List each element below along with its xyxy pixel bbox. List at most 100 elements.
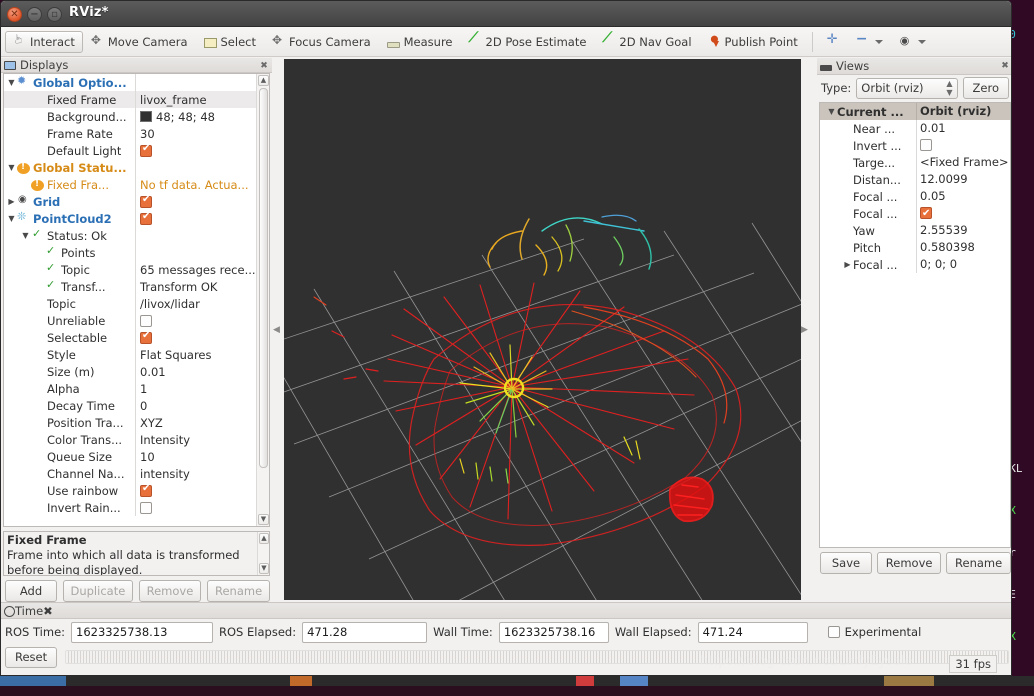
displays-tree-row[interactable]: ▶Grid — [4, 193, 256, 210]
tree-row-name-cell[interactable]: Style — [4, 348, 135, 362]
tree-row-name-cell[interactable]: Topic — [4, 263, 135, 277]
tree-row-value[interactable]: No tf data. Actua... — [135, 176, 256, 193]
views-row-value[interactable]: Orbit (rviz) — [916, 103, 1010, 120]
rename-display-button[interactable]: Rename — [207, 580, 270, 602]
tree-row-value[interactable] — [135, 482, 256, 499]
rename-view-button[interactable]: Rename — [946, 552, 1011, 574]
tree-row-value[interactable]: 10 — [135, 448, 256, 465]
chevron-down-icon[interactable] — [918, 40, 926, 44]
twisty-expanded-icon[interactable]: ▼ — [6, 159, 17, 176]
tool-views[interactable] — [891, 31, 934, 53]
views-row-name-cell[interactable]: ▼Current ... — [820, 103, 916, 120]
tree-row-name-cell[interactable]: Unreliable — [4, 314, 135, 328]
views-row-value[interactable]: 0; 0; 0 — [916, 256, 1010, 273]
displays-tree-row[interactable]: ▼Status: Ok — [4, 227, 256, 244]
checkbox-icon[interactable] — [140, 213, 152, 225]
checkbox-icon[interactable] — [140, 315, 152, 327]
views-row-value[interactable]: 12.0099 — [916, 171, 1010, 188]
scrollbar-thumb[interactable] — [259, 88, 268, 468]
tree-row-name-cell[interactable]: ▼Status: Ok — [4, 227, 135, 244]
tree-row-value[interactable]: 0 — [135, 397, 256, 414]
tree-row-name-cell[interactable]: Decay Time — [4, 399, 135, 413]
tree-row-name-cell[interactable]: Frame Rate — [4, 127, 135, 141]
twisty-expanded-icon[interactable]: ▼ — [826, 103, 837, 120]
ros-time-field[interactable]: 1623325738.13 — [71, 622, 213, 643]
tree-row-value[interactable]: 65 messages rece... — [135, 261, 256, 278]
tree-row-name-cell[interactable]: Channel Na... — [4, 467, 135, 481]
tree-row-name-cell[interactable]: Transf... — [4, 280, 135, 294]
tree-row-value[interactable]: 30 — [135, 125, 256, 142]
close-icon[interactable]: ✕ — [7, 7, 22, 22]
displays-tree-row[interactable]: Selectable — [4, 329, 256, 346]
tree-row-name-cell[interactable]: Size (m) — [4, 365, 135, 379]
ros-elapsed-field[interactable]: 471.28 — [302, 622, 427, 643]
scroll-down-icon[interactable]: ▼ — [259, 563, 269, 574]
views-row-name-cell[interactable]: Invert ... — [820, 139, 916, 153]
tool-2d-pose-estimate[interactable]: 2D Pose Estimate — [461, 31, 595, 53]
taskbar-item[interactable] — [0, 676, 66, 686]
tool-measure[interactable]: Measure — [379, 31, 461, 53]
close-icon[interactable]: ✖ — [43, 604, 53, 618]
views-row-name-cell[interactable]: ▶Focal ... — [820, 256, 916, 273]
duplicate-display-button[interactable]: Duplicate — [63, 580, 133, 602]
displays-tree-row[interactable]: Alpha1 — [4, 380, 256, 397]
tool-focus-camera[interactable]: Focus Camera — [264, 31, 379, 53]
tree-row-value[interactable] — [135, 312, 256, 329]
splitter-left[interactable]: ◀ — [274, 58, 279, 602]
checkbox-icon[interactable] — [140, 145, 152, 157]
tree-row-value[interactable]: livox_frame — [135, 91, 256, 108]
views-tree-row[interactable]: Yaw2.55539 — [820, 222, 1010, 239]
zero-view-button[interactable]: Zero — [963, 77, 1009, 99]
tree-row-value[interactable] — [135, 499, 256, 516]
views-row-name-cell[interactable]: Distan... — [820, 173, 916, 187]
tool-publish-point[interactable]: Publish Point — [700, 31, 806, 53]
views-tree[interactable]: ▼Current ...Orbit (rviz)Near ...0.01 Inve… — [819, 102, 1011, 548]
views-tree-row[interactable]: Pitch0.580398 — [820, 239, 1010, 256]
chevron-down-icon[interactable] — [875, 40, 883, 44]
save-view-button[interactable]: Save — [820, 552, 872, 574]
tree-row-value[interactable]: Intensity — [135, 431, 256, 448]
tool-add[interactable] — [819, 31, 848, 53]
checkbox-icon[interactable] — [920, 207, 932, 219]
wall-time-field[interactable]: 1623325738.16 — [499, 622, 609, 643]
tool-move-camera[interactable]: Move Camera — [83, 31, 196, 53]
tree-row-name-cell[interactable]: Invert Rain... — [4, 501, 135, 515]
tree-row-value[interactable] — [135, 329, 256, 346]
views-row-name-cell[interactable]: Near ... — [820, 122, 916, 136]
views-tree-row[interactable]: Distan...12.0099 — [820, 171, 1010, 188]
displays-tree-row[interactable]: Color Trans...Intensity — [4, 431, 256, 448]
tree-row-value[interactable] — [135, 74, 256, 91]
tree-row-name-cell[interactable]: Alpha — [4, 382, 135, 396]
tree-row-name-cell[interactable]: ▶Grid — [4, 193, 135, 210]
remove-view-button[interactable]: Remove — [877, 552, 941, 574]
remove-display-button[interactable]: Remove — [139, 580, 201, 602]
tree-row-value[interactable]: 0.01 — [135, 363, 256, 380]
displays-tree-row[interactable]: Fixed Fra...No tf data. Actua... — [4, 176, 256, 193]
twisty-expanded-icon[interactable]: ▼ — [6, 210, 17, 227]
taskbar-item[interactable] — [576, 676, 594, 686]
views-tree-row[interactable]: Focal ...0.05 — [820, 188, 1010, 205]
tree-row-name-cell[interactable]: Queue Size — [4, 450, 135, 464]
displays-tree[interactable]: ▼Global Optio...Fixed Framelivox_frameBa… — [3, 73, 270, 527]
tree-row-value[interactable] — [135, 193, 256, 210]
displays-tree-row[interactable]: Frame Rate30 — [4, 125, 256, 142]
views-tree-row[interactable]: Near ...0.01 — [820, 120, 1010, 137]
tool-2d-nav-goal[interactable]: 2D Nav Goal — [594, 31, 699, 53]
displays-tree-row[interactable]: Points — [4, 244, 256, 261]
twisty-collapsed-icon[interactable]: ▶ — [842, 256, 853, 273]
tree-row-value[interactable]: /livox/lidar — [135, 295, 256, 312]
experimental-checkbox[interactable]: Experimental — [828, 625, 922, 639]
displays-tree-row[interactable]: Position Tra...XYZ — [4, 414, 256, 431]
tree-row-value[interactable] — [135, 159, 256, 176]
maximize-icon[interactable]: ▫ — [47, 7, 62, 22]
tree-row-value[interactable]: Flat Squares — [135, 346, 256, 363]
checkbox-icon[interactable] — [140, 502, 152, 514]
displays-tree-row[interactable]: Background...48; 48; 48 — [4, 108, 256, 125]
splitter-right[interactable]: ▶ — [802, 58, 807, 602]
displays-tree-row[interactable]: Queue Size10 — [4, 448, 256, 465]
views-row-value[interactable] — [916, 137, 1010, 154]
wall-elapsed-field[interactable]: 471.24 — [698, 622, 808, 643]
tree-row-name-cell[interactable]: Default Light — [4, 144, 135, 158]
tree-row-name-cell[interactable]: ▼PointCloud2 — [4, 210, 135, 227]
tree-row-value[interactable]: XYZ — [135, 414, 256, 431]
